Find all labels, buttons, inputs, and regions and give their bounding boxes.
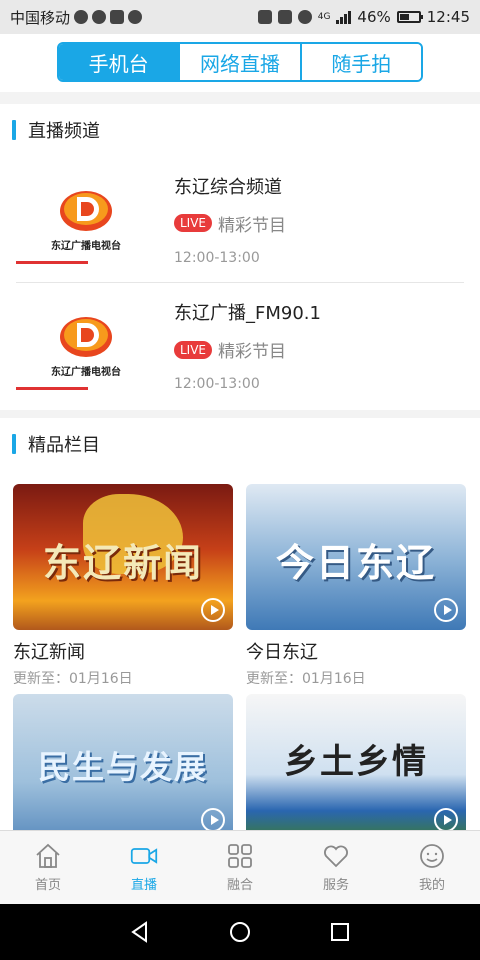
notification-icon bbox=[110, 10, 125, 24]
hd-icon bbox=[277, 10, 292, 24]
grid-icon bbox=[228, 844, 252, 868]
carrier-label: 中国移动 bbox=[10, 8, 71, 27]
network-type: 4G bbox=[317, 12, 331, 22]
live-channels-section: 直播频道 东辽广播电视台 东辽综合频道 LIVE 精彩节目 12:00-13:0… bbox=[0, 104, 480, 410]
logo-text: 东辽广播电视台 bbox=[51, 240, 121, 252]
channel-logo: 东辽广播电视台 bbox=[16, 283, 156, 408]
nav-service[interactable]: 服务 bbox=[288, 831, 384, 904]
recents-icon[interactable] bbox=[328, 920, 352, 944]
battery-icon bbox=[396, 11, 423, 23]
channel-item[interactable]: 东辽广播电视台 东辽综合频道 LIVE 精彩节目 12:00-13:00 bbox=[0, 156, 480, 282]
channel-item[interactable]: 东辽广播电视台 东辽广播_FM90.1 LIVE 精彩节目 12:00-13:0… bbox=[16, 282, 464, 408]
clock: 12:45 bbox=[426, 8, 470, 26]
wifi-icon bbox=[297, 10, 312, 24]
program-updated: 更新至：01月16日 bbox=[246, 671, 366, 687]
station-logo-icon bbox=[60, 190, 112, 231]
program-card[interactable]: 今日东辽 今日东辽 更新至：01月16日 bbox=[246, 484, 466, 694]
section-accent-bar bbox=[12, 120, 16, 140]
home-circle-icon[interactable] bbox=[228, 920, 252, 944]
logo-underline bbox=[16, 261, 88, 264]
mute-icon bbox=[257, 10, 272, 24]
nav-live[interactable]: 直播 bbox=[96, 831, 192, 904]
smiley-icon bbox=[420, 844, 444, 868]
back-icon[interactable] bbox=[128, 920, 152, 944]
battery-percent: 46% bbox=[357, 8, 391, 26]
program-name: 精彩节目 bbox=[218, 215, 287, 236]
live-badge: LIVE bbox=[174, 340, 213, 359]
section-accent-bar bbox=[12, 434, 16, 454]
program-title: 今日东辽 bbox=[246, 642, 318, 663]
live-badge: LIVE bbox=[174, 214, 213, 232]
program-updated: 更新至：01月16日 bbox=[13, 671, 133, 687]
thumbnail-text: 东辽新闻 bbox=[42, 541, 203, 585]
program-time: 12:00-13:00 bbox=[174, 249, 260, 266]
section-header: 精品栏目 bbox=[0, 418, 480, 470]
qq-icon bbox=[92, 10, 107, 24]
play-icon[interactable] bbox=[434, 808, 458, 830]
program-time: 12:00-13:00 bbox=[174, 376, 260, 392]
logo-underline bbox=[16, 387, 88, 390]
nav-home[interactable]: 首页 bbox=[0, 831, 96, 904]
top-tab-bar: 手机台 网络直播 随手拍 bbox=[0, 34, 480, 92]
video-camera-icon bbox=[130, 848, 158, 864]
tab-mobile-station[interactable]: 手机台 bbox=[59, 44, 179, 80]
home-icon bbox=[36, 843, 60, 868]
nav-label: 首页 bbox=[34, 878, 61, 893]
system-nav-bar bbox=[0, 904, 480, 960]
channel-name: 东辽综合频道 bbox=[174, 176, 282, 198]
thumbnail-text: 今日东辽 bbox=[275, 541, 436, 585]
station-logo-icon bbox=[60, 317, 112, 357]
status-bar: 中国移动 4G 46% 12:45 bbox=[0, 0, 480, 34]
nav-fusion[interactable]: 融合 bbox=[192, 831, 288, 904]
play-icon[interactable] bbox=[201, 808, 225, 830]
premium-section: 精品栏目 东辽新闻 东辽新闻 更新至：01月16日 今日东辽 今日东辽 更新至：… bbox=[0, 418, 480, 830]
play-icon[interactable] bbox=[201, 598, 225, 622]
segmented-control: 手机台 网络直播 随手拍 bbox=[57, 42, 423, 82]
program-card[interactable]: 乡土乡情 bbox=[246, 694, 466, 830]
tab-snapshot[interactable]: 随手拍 bbox=[299, 44, 421, 80]
thumbnail-text: 民生与发展 bbox=[37, 748, 208, 786]
program-name: 精彩节目 bbox=[218, 342, 287, 362]
heart-icon bbox=[324, 845, 348, 868]
thumbnail-text: 乡土乡情 bbox=[284, 742, 428, 782]
nav-label: 我的 bbox=[418, 878, 445, 893]
program-thumbnail: 民生与发展 bbox=[13, 694, 233, 830]
channel-logo: 东辽广播电视台 bbox=[16, 156, 156, 282]
nav-label: 服务 bbox=[322, 878, 349, 893]
wechat-icon bbox=[74, 10, 89, 24]
channel-info: 东辽广播_FM90.1 LIVE 精彩节目 12:00-13:00 bbox=[156, 283, 321, 408]
nav-label: 直播 bbox=[130, 878, 157, 893]
channel-name: 东辽广播_FM90.1 bbox=[174, 303, 321, 324]
nav-mine[interactable]: 我的 bbox=[384, 831, 480, 904]
channel-info: 东辽综合频道 LIVE 精彩节目 12:00-13:00 bbox=[156, 156, 286, 282]
program-card[interactable]: 东辽新闻 东辽新闻 更新至：01月16日 bbox=[13, 484, 233, 694]
program-thumbnail: 今日东辽 bbox=[246, 484, 466, 630]
signal-icon bbox=[336, 10, 352, 24]
program-card[interactable]: 民生与发展 bbox=[13, 694, 233, 830]
program-title: 东辽新闻 bbox=[13, 642, 85, 663]
bottom-nav: 首页 直播 融合 服务 我的 bbox=[0, 830, 480, 904]
section-title: 直播频道 bbox=[28, 121, 100, 142]
message-icon bbox=[128, 10, 143, 24]
play-icon[interactable] bbox=[434, 598, 458, 622]
nav-label: 融合 bbox=[226, 878, 253, 893]
program-thumbnail: 东辽新闻 bbox=[13, 484, 233, 630]
section-title: 精品栏目 bbox=[28, 435, 100, 456]
tab-online-live[interactable]: 网络直播 bbox=[178, 44, 300, 80]
section-header: 直播频道 bbox=[0, 104, 480, 156]
program-grid: 东辽新闻 东辽新闻 更新至：01月16日 今日东辽 今日东辽 更新至：01月16… bbox=[0, 484, 480, 830]
logo-text: 东辽广播电视台 bbox=[51, 367, 121, 378]
program-thumbnail: 乡土乡情 bbox=[246, 694, 466, 830]
